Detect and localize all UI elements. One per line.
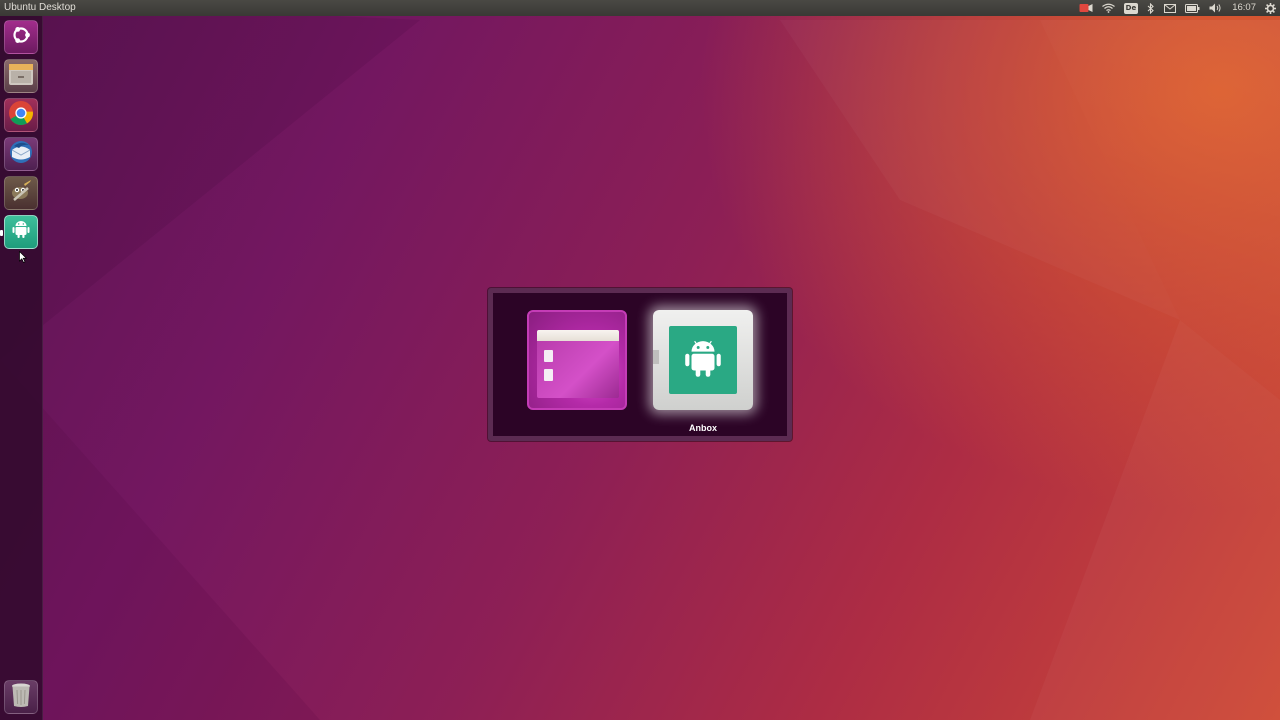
- launcher-gimp-button[interactable]: [4, 176, 38, 210]
- battery-icon[interactable]: [1185, 0, 1200, 16]
- top-panel: Ubuntu Desktop De 16:07: [0, 0, 1280, 16]
- gear-icon[interactable]: [1265, 0, 1276, 16]
- launcher-anbox-button[interactable]: [4, 215, 38, 249]
- trash-icon: [11, 682, 31, 712]
- chrome-icon: [8, 100, 34, 130]
- switcher-item-files-window[interactable]: [527, 310, 627, 410]
- launcher-files-button[interactable]: [4, 59, 38, 93]
- ubuntu-logo-icon: [10, 24, 32, 50]
- switcher-selected-label: Anbox: [689, 423, 717, 433]
- switcher-item-anbox[interactable]: [653, 310, 753, 410]
- window-stack-marker: [653, 350, 659, 364]
- bluetooth-icon[interactable]: [1147, 0, 1155, 16]
- active-app-indicator: [0, 230, 3, 236]
- thunderbird-icon: [8, 139, 34, 169]
- file-cabinet-icon: [8, 62, 34, 90]
- app-switcher: Anbox: [488, 288, 792, 441]
- keyboard-layout-label: De: [1123, 2, 1139, 14]
- document-icon: [544, 350, 553, 362]
- clock[interactable]: 16:07: [1232, 0, 1256, 16]
- keyboard-layout-icon[interactable]: De: [1123, 0, 1139, 16]
- window-titlebar: [537, 330, 619, 341]
- mouse-cursor-icon: [19, 248, 28, 267]
- indicator-area: De 16:07: [1070, 0, 1280, 16]
- launcher-dash-button[interactable]: [4, 20, 38, 54]
- panel-title: Ubuntu Desktop: [4, 2, 76, 13]
- mail-icon[interactable]: [1164, 0, 1177, 16]
- launcher-thunderbird-button[interactable]: [4, 137, 38, 171]
- android-icon: [669, 326, 737, 394]
- volume-icon[interactable]: [1209, 0, 1222, 16]
- android-icon: [11, 219, 31, 245]
- video-record-icon[interactable]: [1079, 0, 1093, 16]
- launcher-trash-button[interactable]: [4, 680, 38, 714]
- gimp-icon: [8, 178, 34, 208]
- launcher-chrome-button[interactable]: [4, 98, 38, 132]
- launcher: [0, 16, 43, 720]
- wifi-icon[interactable]: [1101, 0, 1115, 16]
- document-icon: [544, 369, 553, 381]
